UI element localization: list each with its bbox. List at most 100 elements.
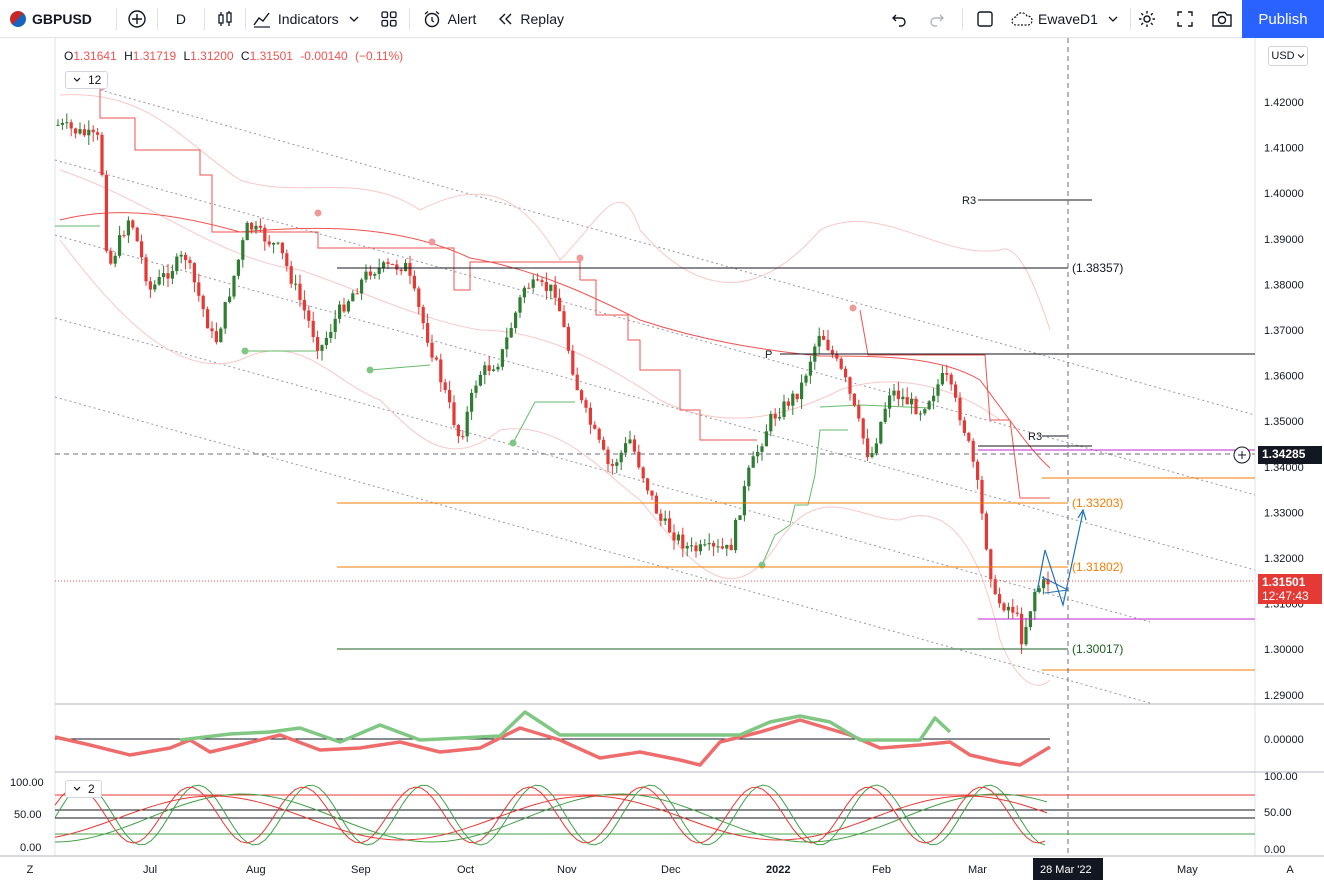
candle-body	[1002, 603, 1006, 611]
candle-body	[461, 436, 465, 438]
currency-button[interactable]: USD	[1268, 46, 1308, 66]
candle-body	[659, 513, 663, 521]
price-axis[interactable]: 1.42000 1.41000 1.40000 1.39000 1.38000 1.370…	[1264, 97, 1304, 702]
countdown-label: 12:47:43	[1262, 589, 1309, 603]
candle-body	[65, 122, 69, 124]
candle-body	[289, 266, 293, 284]
candle-body	[307, 310, 311, 321]
candle-body	[412, 275, 416, 289]
candle-body	[707, 543, 711, 545]
candle-body	[452, 402, 456, 426]
candle-body	[1033, 591, 1037, 612]
time-label: Dec	[661, 864, 681, 876]
chevron-down-icon	[73, 786, 81, 791]
candle-body	[694, 545, 698, 552]
candle-body	[817, 335, 821, 347]
candle-body	[364, 271, 368, 280]
open-value: 1.31641	[73, 49, 117, 63]
candle-body	[329, 331, 333, 338]
candle-body	[285, 253, 289, 267]
candle-body	[852, 393, 856, 406]
candle-body	[597, 428, 601, 440]
candle-body	[373, 273, 377, 276]
candle-body	[522, 287, 526, 298]
candle-body	[839, 358, 843, 369]
currency-label: USD	[1271, 50, 1295, 62]
indicator-count: 12	[88, 73, 102, 87]
price-tick: 1.30000	[1264, 644, 1304, 656]
time-label: 2022	[766, 864, 790, 876]
time-label: Mar	[968, 864, 987, 876]
candle-body	[157, 277, 161, 285]
candle-body	[698, 544, 702, 552]
candle-body	[993, 579, 997, 595]
indicators-toggle[interactable]: 12	[65, 71, 109, 89]
chevron-down-icon	[1297, 54, 1304, 59]
candle-body	[1011, 606, 1015, 613]
r3-lower-label: R3	[1028, 431, 1042, 443]
candle-body	[949, 374, 953, 385]
candle-body	[615, 462, 619, 466]
candle-body	[690, 545, 694, 547]
candle-body	[404, 263, 408, 272]
candle-body	[588, 407, 592, 425]
candle-body	[606, 449, 610, 465]
candle-body	[932, 395, 936, 402]
candle-body	[668, 518, 672, 533]
candle-body	[474, 385, 478, 393]
stop-marker	[576, 254, 584, 262]
r3-upper-label: R3	[962, 195, 976, 207]
candle-body	[368, 271, 372, 276]
candle-body	[896, 390, 900, 400]
candle-body	[175, 256, 179, 272]
candle-body	[153, 284, 157, 290]
candle-body	[773, 414, 777, 419]
candle-body	[500, 349, 504, 367]
candle-body	[162, 273, 166, 278]
add-alert-plus[interactable]	[1233, 446, 1251, 464]
candle-body	[602, 439, 606, 450]
crosshair-price-label: 1.34285	[1262, 447, 1306, 461]
candle-body	[118, 235, 122, 256]
pane3-indicators-toggle[interactable]: 2	[65, 780, 102, 798]
candle-body	[874, 443, 878, 454]
candle-body	[294, 283, 298, 285]
green-stop	[512, 401, 575, 444]
candle-body	[126, 220, 130, 236]
candle-body	[905, 397, 909, 405]
candle-body	[144, 257, 148, 282]
zoom-toggle-button[interactable]: Z	[18, 860, 42, 880]
time-label: Nov	[557, 864, 577, 876]
candle-body	[1024, 627, 1028, 645]
candle-body	[822, 335, 826, 340]
candle-body	[478, 374, 482, 386]
close-label: C	[240, 49, 250, 63]
candle-body	[584, 400, 588, 408]
level-label-131802: (1.31802)	[1072, 560, 1123, 574]
auto-scale-button[interactable]: A	[1278, 860, 1302, 880]
candle-body	[1006, 606, 1010, 611]
candle-body	[78, 129, 82, 134]
candle-body	[795, 393, 799, 400]
candle-body	[870, 453, 874, 458]
candle-body	[654, 495, 658, 514]
chart-canvas[interactable]: R3 (1.38357) P R3 (1.33203) (1.31802) (1…	[0, 0, 1324, 886]
candle-body	[527, 287, 531, 289]
candles[interactable]	[56, 113, 1050, 654]
price-tick: 1.40000	[1264, 188, 1304, 200]
candle-body	[188, 260, 192, 264]
bollinger-bands	[59, 94, 1051, 686]
channel-line[interactable]	[54, 159, 1256, 496]
candle-body	[610, 464, 614, 466]
candle-body	[395, 264, 399, 270]
crosshair-price-tag: 1.34285	[1258, 446, 1322, 464]
candle-body	[971, 440, 975, 462]
candle-body	[518, 297, 522, 313]
candle-body	[580, 390, 584, 401]
candle-body	[800, 382, 804, 400]
candle-body	[96, 132, 100, 135]
candle-body	[848, 377, 852, 394]
candle-body	[646, 478, 650, 491]
candle-body	[390, 263, 394, 265]
candle-body	[980, 479, 984, 514]
